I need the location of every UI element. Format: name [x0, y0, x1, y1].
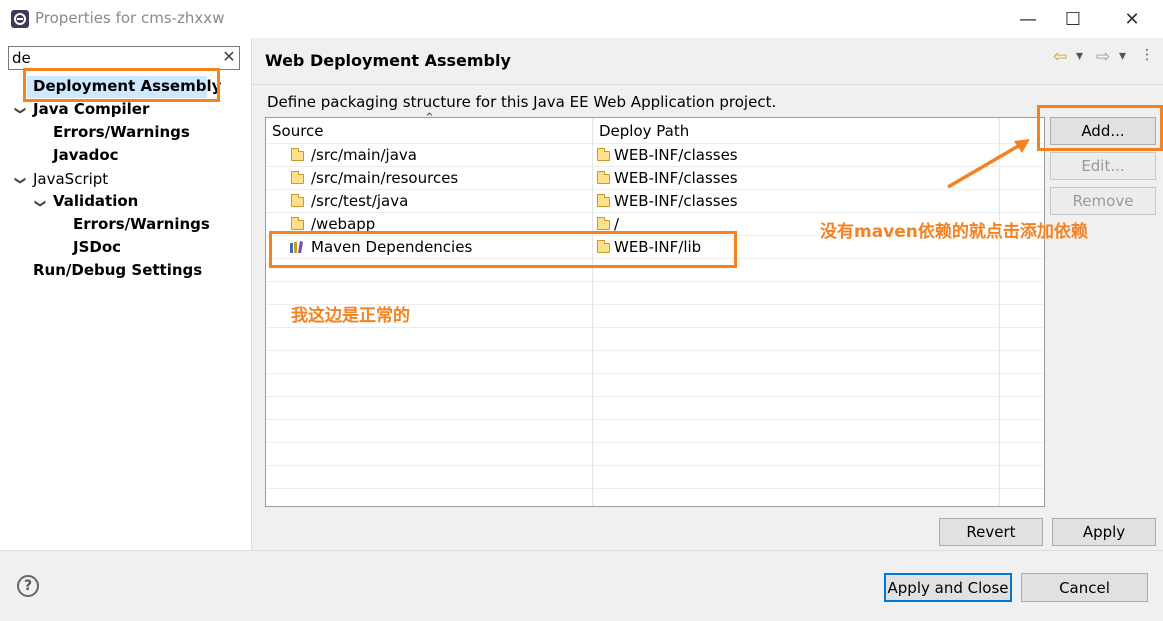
tree-expand-icon[interactable]: ❯ [34, 199, 47, 208]
row-separator [266, 189, 1044, 190]
folder-icon [597, 194, 610, 207]
revert-button[interactable]: Revert [939, 518, 1043, 546]
clear-filter-icon[interactable]: ✕ [220, 47, 238, 69]
remove-button[interactable]: Remove [1050, 187, 1156, 215]
filter-input-value: de [12, 49, 31, 67]
tree-item-javadoc[interactable]: Javadoc [53, 146, 119, 164]
row-separator [266, 281, 1044, 282]
row-separator [266, 396, 1044, 397]
sort-indicator-icon: ⌃ [424, 111, 435, 126]
folder-icon [291, 148, 304, 161]
back-arrow-icon[interactable]: ⇦ [1053, 47, 1067, 67]
tree-item-validation[interactable]: Validation [53, 192, 138, 210]
minimize-button[interactable]: — [1008, 6, 1048, 32]
row-separator [266, 350, 1044, 351]
row-separator [266, 419, 1044, 420]
row-separator [266, 212, 1044, 213]
forward-dropdown-icon[interactable]: ▾ [1119, 48, 1126, 64]
maximize-button[interactable]: ☐ [1053, 6, 1093, 32]
folder-icon [597, 148, 610, 161]
tree-expand-icon[interactable]: ❯ [14, 106, 27, 115]
tree-item-jsdoc[interactable]: JSDoc [73, 238, 121, 256]
apply-and-close-button[interactable]: Apply and Close [884, 573, 1012, 602]
folder-icon [291, 171, 304, 184]
column-header-deploy-path[interactable]: Deploy Path [599, 122, 689, 140]
annotation-note-add: 没有maven依赖的就点击添加依赖 [820, 222, 1088, 242]
window-title: Properties for cms-zhxxw [35, 9, 225, 27]
view-menu-icon[interactable]: ⋮ [1140, 47, 1154, 63]
forward-arrow-icon[interactable]: ⇨ [1096, 47, 1110, 67]
page-description: Define packaging structure for this Java… [267, 93, 777, 111]
edit-button[interactable]: Edit... [1050, 152, 1156, 180]
back-dropdown-icon[interactable]: ▾ [1076, 48, 1083, 64]
annotation-highlight-box [269, 231, 737, 268]
table-cell-deploy-path[interactable]: WEB-INF/classes [614, 169, 738, 187]
row-separator [266, 327, 1044, 328]
column-divider[interactable] [592, 118, 593, 506]
annotation-highlight-box [1037, 105, 1163, 151]
tree-item-errors-warnings[interactable]: Errors/Warnings [53, 123, 190, 141]
row-separator [266, 373, 1044, 374]
row-separator [266, 465, 1044, 466]
help-icon[interactable]: ? [17, 575, 39, 597]
tree-item-run-debug-settings[interactable]: Run/Debug Settings [33, 261, 202, 279]
table-cell-deploy-path[interactable]: WEB-INF/classes [614, 192, 738, 210]
annotation-arrow-icon [947, 139, 1030, 189]
row-separator [266, 442, 1044, 443]
table-cell-source[interactable]: /src/test/java [311, 192, 408, 210]
folder-icon [597, 171, 610, 184]
filter-input[interactable] [8, 46, 240, 70]
row-separator [266, 166, 1044, 167]
annotation-note-normal: 我这边是正常的 [291, 306, 410, 326]
eclipse-app-icon [11, 10, 29, 28]
tree-expand-icon[interactable]: ❯ [14, 176, 27, 185]
table-cell-source[interactable]: /src/main/java [311, 146, 417, 164]
folder-icon [597, 217, 610, 230]
folder-icon [291, 217, 304, 230]
row-separator [266, 488, 1044, 489]
row-separator [266, 143, 1044, 144]
close-button[interactable]: ✕ [1112, 6, 1152, 32]
table-cell-source[interactable]: /src/main/resources [311, 169, 458, 187]
tree-item-errors-warnings[interactable]: Errors/Warnings [73, 215, 210, 233]
tree-item-java-compiler[interactable]: Java Compiler [33, 100, 149, 118]
table-cell-deploy-path[interactable]: WEB-INF/classes [614, 146, 738, 164]
page-title: Web Deployment Assembly [265, 51, 511, 70]
cancel-button[interactable]: Cancel [1021, 573, 1148, 602]
folder-icon [291, 194, 304, 207]
annotation-highlight-box [23, 68, 220, 102]
divider [0, 550, 1163, 551]
column-header-source[interactable]: Source [272, 122, 324, 140]
tree-item-javascript[interactable]: JavaScript [33, 170, 108, 188]
apply-button[interactable]: Apply [1052, 518, 1156, 546]
